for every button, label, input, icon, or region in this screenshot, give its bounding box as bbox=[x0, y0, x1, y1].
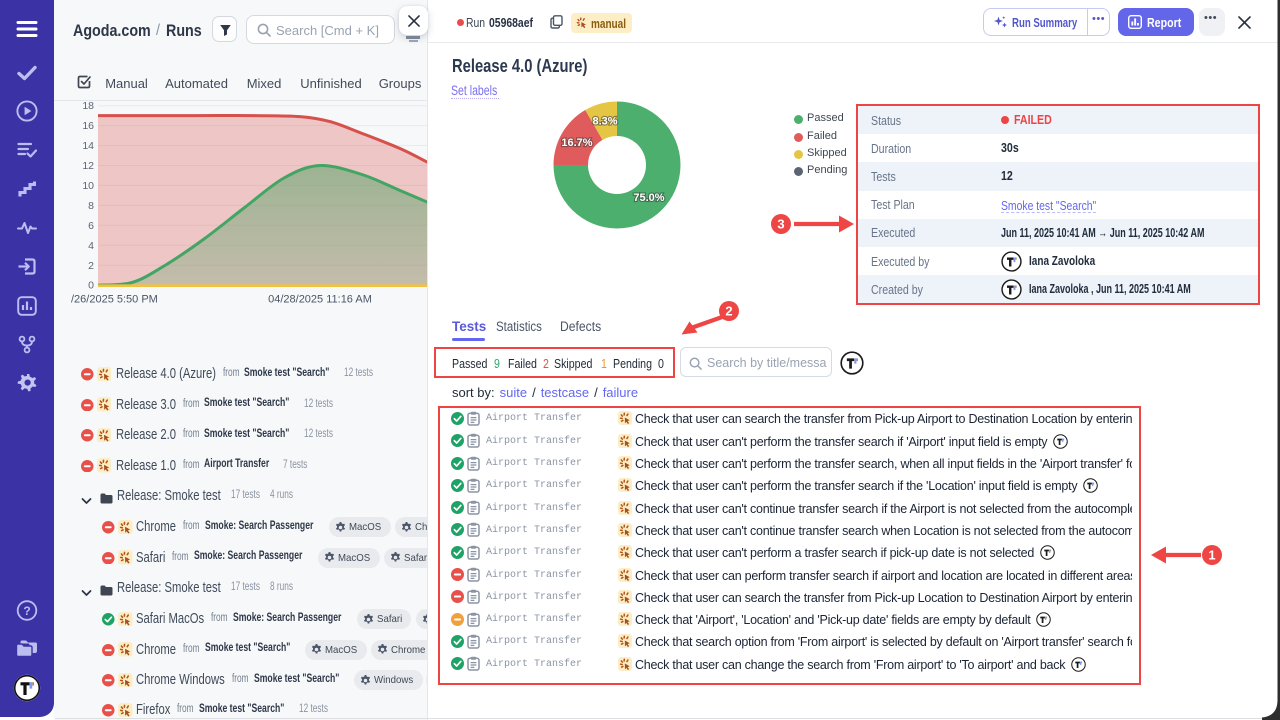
svg-text:75.0%: 75.0% bbox=[633, 192, 664, 204]
svg-text:?: ? bbox=[23, 604, 30, 618]
svg-text:8.3%: 8.3% bbox=[592, 116, 617, 128]
svg-text:16.7%: 16.7% bbox=[561, 137, 592, 149]
